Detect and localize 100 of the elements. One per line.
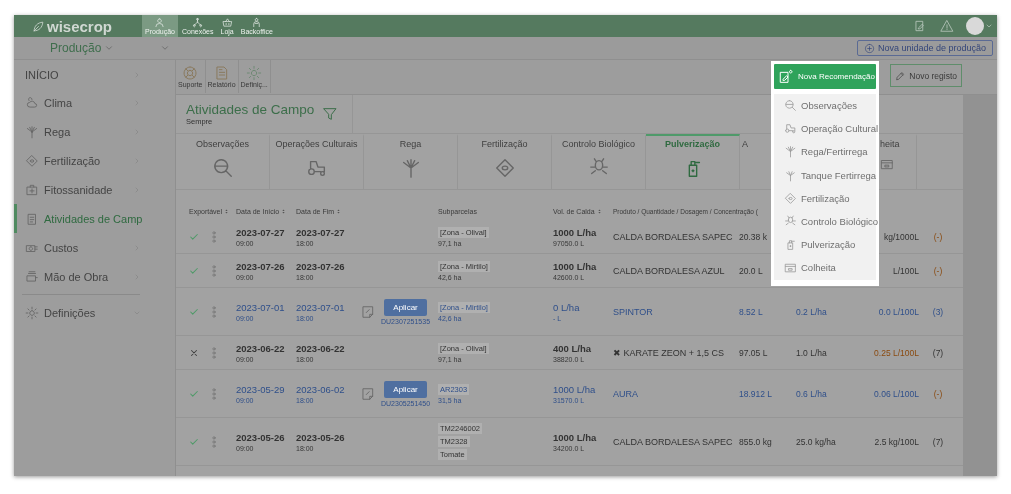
category-tab[interactable]: Pulverização bbox=[646, 134, 740, 189]
new-unit-button[interactable]: Nova unidade de produção bbox=[856, 40, 993, 56]
sidebar-item[interactable]: Fitossanidade bbox=[14, 175, 175, 204]
quantity-value: 97.05 L bbox=[739, 347, 768, 358]
avatar[interactable] bbox=[966, 17, 984, 35]
sun-cloud-icon bbox=[25, 95, 39, 110]
sidebar-item[interactable]: INÍCIO bbox=[14, 62, 175, 88]
logo-text: wisecrop bbox=[47, 17, 113, 35]
network-icon bbox=[192, 16, 204, 28]
new-recommendation-button[interactable]: Nova Recomendação bbox=[774, 64, 876, 89]
gear-icon bbox=[246, 64, 263, 81]
basket-icon bbox=[221, 16, 233, 28]
menu-item[interactable]: Colheita bbox=[774, 256, 876, 280]
sidebar-item[interactable]: Clima bbox=[14, 88, 175, 117]
dosage-value: 1.0 L/ha bbox=[796, 347, 827, 358]
concentration-value: L/100L bbox=[893, 265, 919, 276]
start-date: 2023-07-01 bbox=[236, 301, 285, 313]
end-date: 2023-06-22 bbox=[296, 342, 345, 354]
volume-value: 0 L/ha bbox=[553, 301, 580, 313]
menu-item[interactable]: Tanque Fertirrega bbox=[774, 163, 876, 187]
end-date: 2023-05-26 bbox=[296, 431, 345, 443]
end-date: 2023-07-01 bbox=[296, 301, 345, 313]
dosage-value: 0.6 L/ha bbox=[796, 388, 827, 399]
product-name: CALDA BORDALESA SAPEC bbox=[613, 436, 733, 447]
person-icon bbox=[154, 16, 166, 28]
crate-icon bbox=[784, 261, 797, 275]
lifebuoy-icon bbox=[182, 64, 199, 81]
sprinkler-icon bbox=[25, 124, 39, 139]
category-tab[interactable]: Operações Culturais bbox=[270, 134, 364, 189]
volume-value: 1000 L/ha bbox=[553, 226, 597, 238]
quantity-value: 855.0 kg bbox=[739, 436, 772, 447]
page-title: Atividades de Campo bbox=[186, 102, 315, 117]
product-name: CALDA BORDALESA SAPEC bbox=[613, 231, 733, 242]
edit-document-icon bbox=[778, 68, 794, 85]
clipboard-icon bbox=[25, 211, 39, 226]
count-value: (7) bbox=[932, 347, 944, 358]
start-date: 2023-07-27 bbox=[236, 226, 285, 238]
category-tab[interactable]: Controlo Biológico bbox=[552, 134, 646, 189]
concentration-value: 0.06 L/100L bbox=[874, 388, 919, 399]
dosage-value: 0.2 L/ha bbox=[796, 306, 827, 317]
start-date: 2023-05-29 bbox=[236, 383, 285, 395]
count-value: (-) bbox=[933, 388, 943, 399]
note-icon[interactable] bbox=[361, 304, 375, 319]
apply-button[interactable]: Aplicar bbox=[384, 298, 427, 316]
concentration-value: 2.5 kg/100L bbox=[874, 436, 919, 447]
concentration-value: 0.25 L/100L bbox=[874, 347, 919, 358]
end-date: 2023-07-27 bbox=[296, 226, 345, 238]
start-date: 2023-06-22 bbox=[236, 342, 285, 354]
menu-item[interactable]: Fertilização bbox=[774, 186, 876, 210]
volume-value: 1000 L/ha bbox=[553, 260, 597, 272]
start-date: 2023-07-26 bbox=[236, 260, 285, 272]
end-date: 2023-06-02 bbox=[296, 383, 345, 395]
sidebar-item[interactable]: Rega bbox=[14, 117, 175, 146]
end-date: 2023-07-26 bbox=[296, 260, 345, 272]
concentration-value: 0.0 L/100L bbox=[878, 306, 919, 317]
warning-icon[interactable] bbox=[940, 19, 954, 33]
new-record-button[interactable]: Novo registo bbox=[890, 64, 962, 87]
fertilizer-bag-icon bbox=[493, 157, 516, 179]
menu-item[interactable]: Operação Cultural bbox=[774, 117, 876, 141]
menu-item[interactable]: Observações bbox=[774, 94, 876, 118]
product-name: SPINTOR bbox=[613, 306, 653, 317]
sidebar-item[interactable]: Custos bbox=[14, 233, 175, 262]
count-value: (-) bbox=[933, 265, 943, 276]
concentration-value: kg/1000L bbox=[884, 231, 919, 242]
caret-icon[interactable] bbox=[985, 22, 993, 30]
dosage-value: 25.0 kg/ha bbox=[796, 436, 836, 447]
count-value: (-) bbox=[933, 231, 943, 242]
quantity-value: 18.912 L bbox=[739, 388, 773, 399]
sidebar-item[interactable]: Mão de Obra bbox=[14, 262, 175, 291]
more-options-icon[interactable] bbox=[211, 229, 217, 244]
apply-button[interactable]: Aplicar bbox=[384, 380, 427, 398]
category-tab[interactable]: Rega bbox=[364, 134, 458, 189]
quantity-value: 20.38 k bbox=[739, 231, 767, 242]
sidebar-item[interactable]: Definições bbox=[14, 298, 175, 327]
count-value: (3) bbox=[932, 306, 944, 317]
menu-item[interactable]: Controlo Biológico bbox=[774, 209, 876, 234]
volume-value: 1000 L/ha bbox=[553, 383, 596, 395]
more-options-icon[interactable] bbox=[211, 434, 217, 449]
sprinkler-icon bbox=[784, 145, 797, 159]
count-value: (7) bbox=[932, 436, 944, 447]
fertilizer-bag-icon bbox=[784, 191, 797, 205]
category-tab[interactable]: heita bbox=[876, 134, 917, 189]
quantity-value: 20.0 L bbox=[739, 265, 763, 276]
more-options-icon[interactable] bbox=[211, 386, 217, 401]
quantity-value: 8.52 L bbox=[739, 306, 763, 317]
sidebar-item[interactable]: Fertilização bbox=[14, 146, 175, 175]
category-tab[interactable]: Observações bbox=[176, 134, 270, 189]
caret-icon[interactable] bbox=[160, 43, 171, 53]
more-options-icon[interactable] bbox=[211, 304, 217, 319]
crate-icon bbox=[880, 157, 894, 171]
more-options-icon[interactable] bbox=[211, 263, 217, 278]
more-options-icon[interactable] bbox=[211, 345, 217, 360]
menu-item[interactable]: Rega/Fertirrega bbox=[774, 140, 876, 164]
start-date: 2023-05-26 bbox=[236, 431, 285, 443]
filter-icon[interactable] bbox=[322, 106, 339, 122]
category-tab[interactable]: A bbox=[740, 134, 768, 189]
note-icon[interactable] bbox=[361, 386, 375, 401]
category-tab[interactable]: Fertilização bbox=[458, 134, 552, 189]
menu-item[interactable]: Pulverização bbox=[774, 233, 876, 257]
gear-icon bbox=[25, 305, 39, 320]
